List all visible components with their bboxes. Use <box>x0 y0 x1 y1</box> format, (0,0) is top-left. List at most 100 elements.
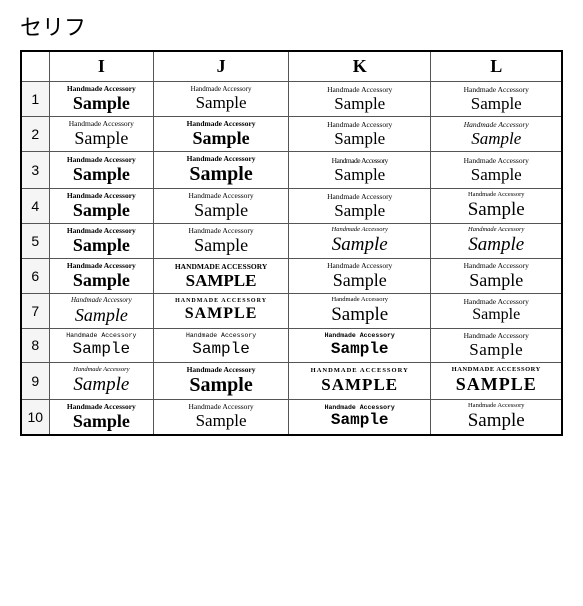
table-row: 9Handmade AccessorySampleHandmade Access… <box>21 362 562 399</box>
row-number-cell: 7 <box>21 294 49 329</box>
cell-top-label: Handmade Accessory <box>327 192 392 201</box>
col-header-K: K <box>288 51 431 82</box>
cell-r4-K: Handmade AccessorySample <box>288 189 431 224</box>
cell-top-label: Handmade Accessory <box>331 296 388 304</box>
row-number-cell: 5 <box>21 224 49 259</box>
cell-main-label: Sample <box>71 305 132 326</box>
cell-main-label: Sample <box>67 93 136 114</box>
cell-top-label: Handmade Accessory <box>327 85 392 94</box>
cell-main-label: Sample <box>188 411 253 431</box>
cell-r5-K: Handmade AccessorySample <box>288 224 431 259</box>
cell-r6-L: Handmade AccessorySample <box>431 259 562 294</box>
table-row: 3Handmade AccessorySampleHandmade Access… <box>21 152 562 189</box>
cell-top-label: Handmade Accessory <box>464 331 529 340</box>
cell-top-label: Handmade Accessory <box>67 402 136 411</box>
cell-top-label: Handmade Accessory <box>69 119 134 128</box>
cell-top-label: Handmade Accessory <box>67 155 136 164</box>
cell-top-label: Handmade Accessory <box>67 261 136 270</box>
cell-top-label: HANDMADE ACCESSORY <box>175 298 267 305</box>
cell-top-label: Handmade Accessory <box>67 84 136 93</box>
row-number-cell: 4 <box>21 189 49 224</box>
cell-r3-J: Handmade AccessorySample <box>154 152 289 189</box>
cell-r3-L: Handmade AccessorySample <box>431 152 562 189</box>
cell-main-label: Sample <box>66 340 136 358</box>
cell-top-label: Handmade Accessory <box>464 297 529 306</box>
cell-main-label: Sample <box>331 304 388 326</box>
cell-main-label: Sample <box>468 234 524 256</box>
cell-top-label: Handmade Accessory <box>66 332 136 340</box>
cell-r4-L: Handmade AccessorySample <box>431 189 562 224</box>
cell-r10-J: Handmade AccessorySample <box>154 399 289 435</box>
cell-main-label: Sample <box>464 165 529 185</box>
cell-top-label: HANDMADE ACCESSORY <box>452 366 541 374</box>
cell-main-label: Sample <box>67 270 136 291</box>
col-header-I: I <box>49 51 154 82</box>
page-title: セリフ <box>20 10 563 42</box>
cell-r10-I: Handmade AccessorySample <box>49 399 154 435</box>
cell-top-label: Handmade Accessory <box>187 154 256 163</box>
cell-r4-J: Handmade AccessorySample <box>154 189 289 224</box>
cell-r2-J: Handmade AccessorySample <box>154 117 289 152</box>
cell-main-label: Sample <box>188 200 253 221</box>
cell-main-label: Sample <box>188 235 253 256</box>
cell-top-label: HANDMADE ACCESSORY <box>175 262 267 271</box>
cell-main-label: Sample <box>187 128 256 149</box>
cell-r6-I: Handmade AccessorySample <box>49 259 154 294</box>
row-number-cell: 3 <box>21 152 49 189</box>
cell-main-label: SAMPLE <box>175 271 267 291</box>
cell-main-label: Sample <box>464 94 529 114</box>
cell-r7-K: Handmade AccessorySample <box>288 294 431 329</box>
cell-r7-L: Handmade AccessorySample <box>431 294 562 329</box>
cell-main-label: Sample <box>187 374 256 397</box>
table-row: 8Handmade AccessorySampleHandmade Access… <box>21 328 562 362</box>
cell-r1-J: Handmade AccessorySample <box>154 82 289 117</box>
table-row: 10Handmade AccessorySampleHandmade Acces… <box>21 399 562 435</box>
cell-top-label: Handmade Accessory <box>188 191 253 200</box>
font-sample-table: I J K L 1Handmade AccessorySampleHandmad… <box>20 50 563 436</box>
cell-r2-K: Handmade AccessorySample <box>288 117 431 152</box>
cell-r8-J: Handmade AccessorySample <box>154 328 289 362</box>
cell-top-label: Handmade Accessory <box>67 226 136 235</box>
cell-main-label: Sample <box>464 270 529 291</box>
table-row: 2Handmade AccessorySampleHandmade Access… <box>21 117 562 152</box>
cell-r10-K: Handmade AccessorySample <box>288 399 431 435</box>
cell-top-label: Handmade Accessory <box>187 365 256 374</box>
cell-r10-L: Handmade AccessorySample <box>431 399 562 435</box>
table-row: 4Handmade AccessorySampleHandmade Access… <box>21 189 562 224</box>
cell-main-label: Sample <box>464 306 529 324</box>
cell-top-label: Handmade Accessory <box>73 366 129 374</box>
cell-top-label: Handmade Accessory <box>468 226 524 234</box>
cell-main-label: Sample <box>327 94 392 114</box>
cell-r2-L: Handmade AccessorySample <box>431 117 562 152</box>
cell-main-label: Sample <box>325 411 395 429</box>
row-number-cell: 9 <box>21 362 49 399</box>
cell-top-label: Handmade Accessory <box>186 332 256 340</box>
cell-top-label: Handmade Accessory <box>67 191 136 200</box>
cell-r7-J: HANDMADE ACCESSORYSAMPLE <box>154 294 289 329</box>
cell-main-label: SAMPLE <box>175 305 267 323</box>
table-row: 6Handmade AccessorySampleHANDMADE ACCESS… <box>21 259 562 294</box>
cell-main-label: Sample <box>468 410 525 432</box>
cell-top-label: Handmade Accessory <box>327 120 392 129</box>
cell-main-label: Sample <box>67 411 136 432</box>
cell-r9-L: HANDMADE ACCESSORYSAMPLE <box>431 362 562 399</box>
cell-top-label: Handmade Accessory <box>71 296 132 304</box>
row-number-cell: 2 <box>21 117 49 152</box>
cell-main-label: Sample <box>325 340 395 358</box>
cell-r8-I: Handmade AccessorySample <box>49 328 154 362</box>
cell-r8-K: Handmade AccessorySample <box>288 328 431 362</box>
cell-main-label: Sample <box>327 129 392 149</box>
cell-main-label: Sample <box>464 340 529 360</box>
table-row: 1Handmade AccessorySampleHandmade Access… <box>21 82 562 117</box>
cell-main-label: Sample <box>327 270 392 291</box>
table-header-row: I J K L <box>21 51 562 82</box>
row-number-cell: 1 <box>21 82 49 117</box>
cell-top-label: Handmade Accessory <box>187 119 256 128</box>
cell-top-label: Handmade Accessory <box>325 404 395 412</box>
col-header-J: J <box>154 51 289 82</box>
cell-main-label: SAMPLE <box>452 374 541 395</box>
cell-r3-I: Handmade AccessorySample <box>49 152 154 189</box>
cell-r6-K: Handmade AccessorySample <box>288 259 431 294</box>
row-number-cell: 8 <box>21 328 49 362</box>
cell-top-label: Handmade Accessory <box>188 226 253 235</box>
